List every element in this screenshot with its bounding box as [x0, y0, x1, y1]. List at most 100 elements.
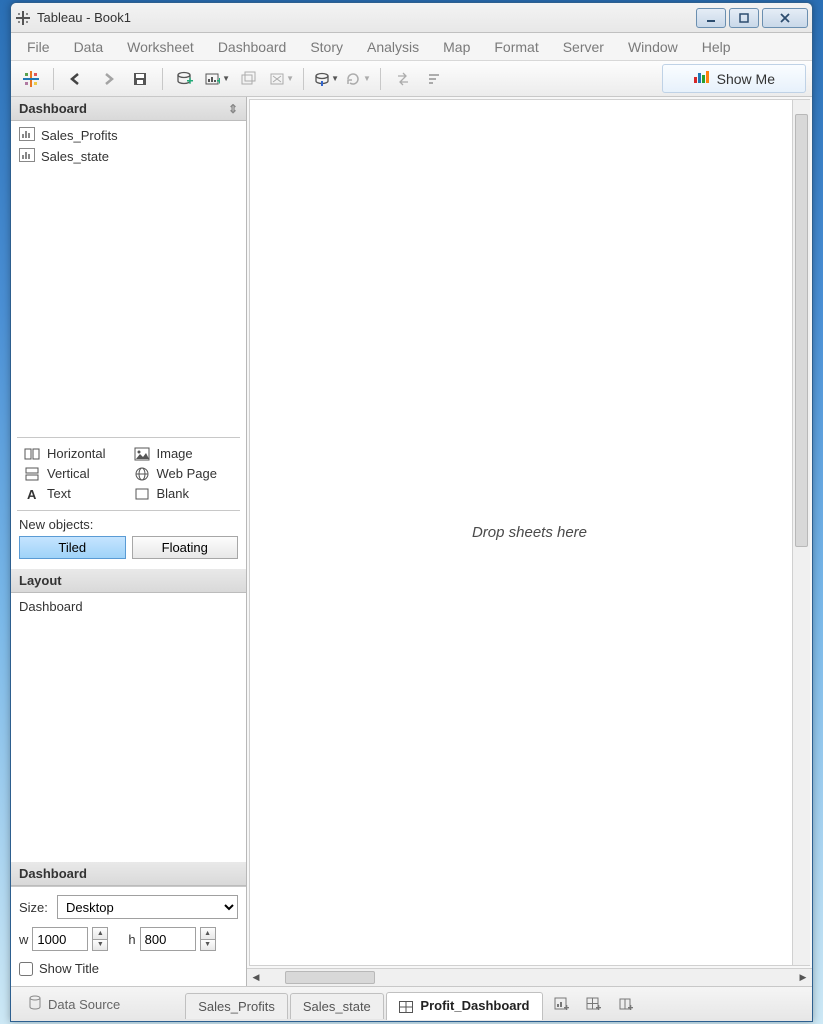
object-image[interactable]: Image [129, 444, 239, 464]
show-title-label: Show Title [39, 961, 99, 976]
layout-panel-header[interactable]: Layout [11, 569, 246, 593]
height-input[interactable] [140, 927, 196, 951]
maximize-button[interactable] [729, 8, 759, 28]
menubar: File Data Worksheet Dashboard Story Anal… [11, 33, 812, 61]
show-title-checkbox-row[interactable]: Show Title [19, 961, 238, 976]
tiled-toggle[interactable]: Tiled [19, 536, 126, 559]
showme-button[interactable]: Show Me [662, 64, 806, 93]
tab-profit-dashboard[interactable]: Profit_Dashboard [386, 992, 543, 1019]
body: Dashboard ⇕ Sales_Profits Sales_state [11, 97, 812, 987]
floating-toggle[interactable]: Floating [132, 536, 239, 559]
up-arrow-icon[interactable]: ▲ [201, 928, 215, 940]
width-input[interactable] [32, 927, 88, 951]
titlebar-text: Tableau - Book1 [37, 10, 696, 25]
sort-button[interactable] [421, 65, 449, 93]
size-select[interactable]: Desktop [57, 895, 238, 919]
dropdown-arrow-icon: ▼ [331, 74, 339, 83]
scroll-left-icon[interactable]: ◀ [247, 969, 265, 986]
scrollbar-thumb[interactable] [795, 114, 808, 547]
menu-file[interactable]: File [15, 35, 62, 59]
vertical-scrollbar[interactable] [792, 100, 810, 965]
tab-sales-profits[interactable]: Sales_Profits [185, 993, 288, 1019]
dashboard-icon [399, 1000, 413, 1015]
redo-button[interactable] [94, 65, 122, 93]
menu-map[interactable]: Map [431, 35, 482, 59]
object-blank[interactable]: Blank [129, 484, 239, 504]
layout-body: Dashboard [11, 593, 246, 863]
datasource-label: Data Source [48, 997, 120, 1012]
width-spinner[interactable]: ▲▼ [92, 927, 108, 951]
toolbar-separator [380, 68, 381, 90]
menu-server[interactable]: Server [551, 35, 616, 59]
menu-story[interactable]: Story [298, 35, 355, 59]
object-label: Vertical [47, 466, 90, 481]
titlebar[interactable]: Tableau - Book1 [11, 3, 812, 33]
down-arrow-icon[interactable]: ▼ [201, 940, 215, 951]
logo-button[interactable] [17, 65, 45, 93]
menu-window[interactable]: Window [616, 35, 690, 59]
horizontal-scrollbar[interactable]: ◀ ▶ [247, 968, 812, 986]
height-spinner[interactable]: ▲▼ [200, 927, 216, 951]
object-webpage[interactable]: Web Page [129, 464, 239, 484]
sheet-item-sales-profits[interactable]: Sales_Profits [11, 125, 246, 146]
menu-analysis[interactable]: Analysis [355, 35, 431, 59]
object-label: Web Page [157, 466, 217, 481]
scrollbar-thumb[interactable] [285, 971, 375, 984]
clear-button[interactable]: ▼ [267, 65, 295, 93]
datasource-tab[interactable]: Data Source [17, 990, 131, 1019]
close-button[interactable] [762, 8, 808, 28]
duplicate-button[interactable] [235, 65, 263, 93]
dashboard-size-header-label: Dashboard [19, 866, 87, 881]
layout-item[interactable]: Dashboard [19, 599, 83, 614]
object-text[interactable]: A Text [19, 484, 129, 504]
show-title-checkbox[interactable] [19, 962, 33, 976]
save-button[interactable] [126, 65, 154, 93]
object-horizontal[interactable]: Horizontal [19, 444, 129, 464]
menu-data[interactable]: Data [62, 35, 116, 59]
svg-text:A: A [27, 487, 37, 501]
menu-worksheet[interactable]: Worksheet [115, 35, 206, 59]
toolbar-separator [53, 68, 54, 90]
sheet-item-sales-state[interactable]: Sales_state [11, 146, 246, 167]
sheet-item-label: Sales_Profits [41, 128, 118, 143]
bottombar: Data Source Sales_Profits Sales_state Pr… [11, 987, 812, 1021]
menu-help[interactable]: Help [690, 35, 743, 59]
tab-label: Sales_state [303, 999, 371, 1014]
new-story-button[interactable] [613, 991, 639, 1017]
tab-label: Profit_Dashboard [420, 998, 529, 1013]
object-vertical[interactable]: Vertical [19, 464, 129, 484]
toolbar: ▼ ▼ ▼ ▼ Show Me [11, 61, 812, 97]
minimize-button[interactable] [696, 8, 726, 28]
app-window: Tableau - Book1 File Data Worksheet Dash… [10, 2, 813, 1022]
up-arrow-icon[interactable]: ▲ [93, 928, 107, 940]
app-icon [15, 10, 31, 26]
dropdown-arrow-icon: ▼ [222, 74, 230, 83]
undo-button[interactable] [62, 65, 90, 93]
scrollbar-track[interactable] [265, 969, 794, 986]
down-arrow-icon[interactable]: ▼ [93, 940, 107, 951]
worksheet-icon [19, 127, 35, 144]
new-worksheet-button[interactable] [549, 991, 575, 1017]
layout-header-label: Layout [19, 573, 62, 588]
menu-format[interactable]: Format [482, 35, 550, 59]
menu-dashboard[interactable]: Dashboard [206, 35, 299, 59]
horizontal-icon [23, 446, 41, 462]
scroll-right-icon[interactable]: ▶ [794, 969, 812, 986]
panel-grip-icon[interactable]: ⇕ [228, 102, 238, 116]
image-icon [133, 446, 151, 462]
width-label: w [19, 932, 28, 947]
new-worksheet-button[interactable]: ▼ [203, 65, 231, 93]
refresh-button[interactable]: ▼ [344, 65, 372, 93]
sheets-list: Sales_Profits Sales_state [11, 121, 246, 171]
dashboard-canvas[interactable]: Drop sheets here [249, 99, 810, 966]
dashboard-size-header[interactable]: Dashboard [11, 862, 246, 886]
dashboard-panel-header[interactable]: Dashboard ⇕ [11, 97, 246, 121]
autoupdate-button[interactable]: ▼ [312, 65, 340, 93]
add-datasource-button[interactable] [171, 65, 199, 93]
swap-button[interactable] [389, 65, 417, 93]
showme-icon [693, 69, 709, 88]
height-label: h [128, 932, 135, 947]
tab-sales-state[interactable]: Sales_state [290, 993, 384, 1019]
new-objects-section: New objects: Tiled Floating [11, 511, 246, 569]
new-dashboard-button[interactable] [581, 991, 607, 1017]
